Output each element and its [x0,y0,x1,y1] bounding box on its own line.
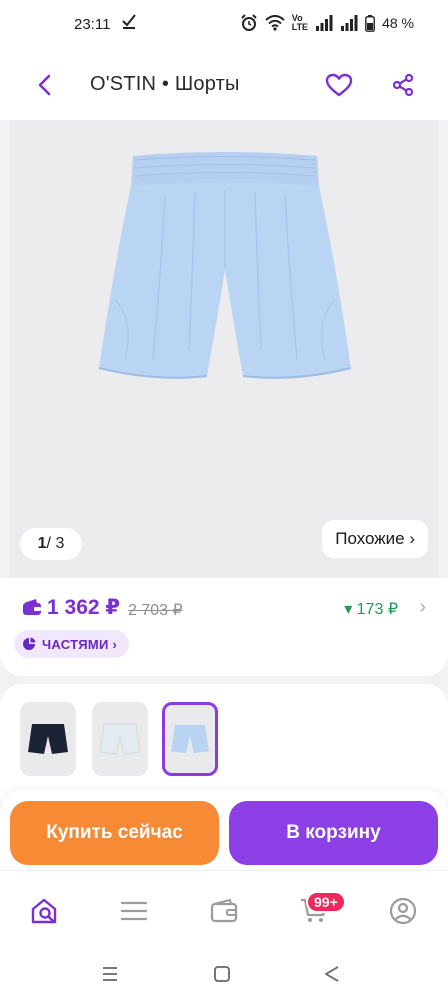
battery-percent: 48 % [382,15,414,31]
current-price: 1 362 ₽ [47,596,120,619]
page-indicator: 1/ 3 [20,528,82,560]
home-button[interactable] [210,962,234,986]
share-button[interactable] [386,68,420,102]
nav-catalog[interactable] [114,893,154,929]
variant-swatch-dark[interactable] [20,702,76,776]
status-bar: 23:11 Vo LTE 48 % [0,0,448,50]
variants-card [0,684,448,804]
installments-label: ЧАСТЯМИ › [42,636,118,652]
favorite-button[interactable] [322,68,356,102]
signal-icon [315,15,333,31]
status-icons: Vo LTE 48 % [240,14,414,32]
signal-icon-2 [340,15,358,31]
status-time: 23:11 [74,16,111,33]
catalog-icon [121,901,147,921]
back-triangle-icon [325,966,339,982]
product-gallery[interactable]: 1/ 3 Похожие › [10,120,438,578]
volte-icon: Vo LTE [291,13,309,32]
pie-chart-icon [23,637,36,650]
nav-wallet[interactable] [204,893,244,929]
installments-button[interactable]: ЧАСТЯМИ › [14,630,130,658]
home-square-icon [214,966,230,982]
old-price: 2 703 ₽ [128,602,183,619]
product-image [98,152,352,379]
check-download-icon [122,14,136,34]
wallet-icon [210,899,238,923]
recent-apps-icon [103,967,117,981]
nav-home[interactable] [25,893,65,929]
add-to-cart-button[interactable]: В корзину [229,801,438,865]
chevron-left-icon [38,74,51,96]
heart-icon [325,73,353,97]
wallet-price-icon [22,598,42,621]
back-button[interactable] [28,68,62,102]
system-navigation [0,950,448,1000]
home-search-icon [31,898,57,924]
chevron-right-icon[interactable]: › [419,596,426,619]
nav-profile[interactable] [383,893,423,929]
buy-now-button[interactable]: Купить сейчас [10,801,219,865]
page-title: O'STIN • Шорты [90,73,240,95]
bottom-navigation: 99+ [0,870,448,950]
battery-icon [365,14,375,32]
system-back-button[interactable] [320,962,344,986]
cashback-amount[interactable]: ▾ 173 ₽ [344,599,398,619]
top-app-bar: O'STIN • Шорты [0,50,448,120]
purchase-actions: Купить сейчас В корзину [0,790,448,870]
price-card: 1 362 ₽ 2 703 ₽ ▾ 173 ₽ › ЧАСТЯМИ › [0,578,448,676]
cart-count-badge: 99+ [306,891,346,913]
profile-icon [389,897,417,925]
variant-swatch-blue[interactable] [162,702,218,776]
wifi-icon [265,15,285,31]
alarm-icon [240,14,258,32]
share-icon [392,73,414,97]
similar-button[interactable]: Похожие › [322,520,428,558]
variant-swatch-white[interactable] [92,702,148,776]
recent-apps-button[interactable] [98,962,122,986]
